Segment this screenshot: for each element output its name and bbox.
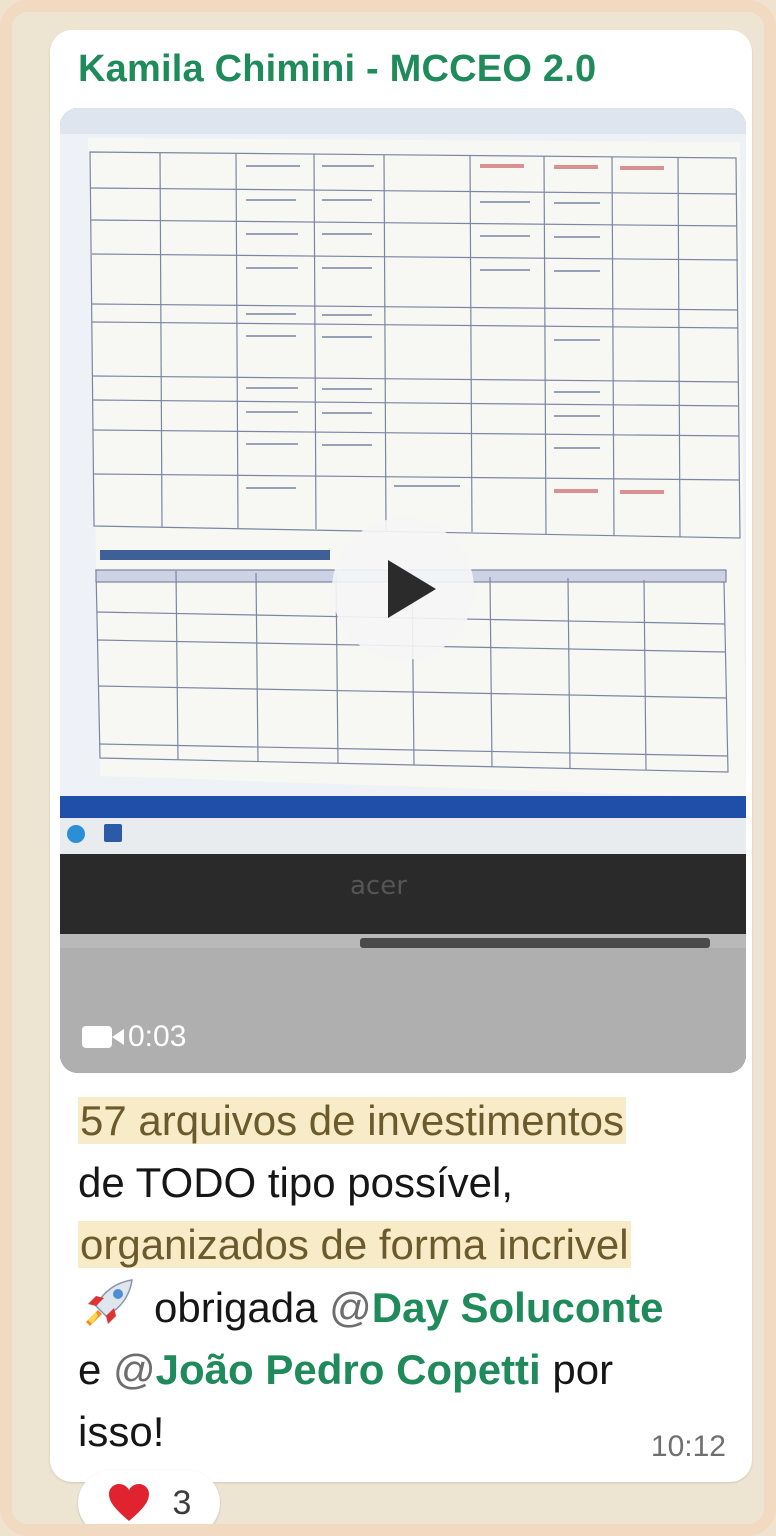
connector-text: e <box>78 1346 102 1393</box>
sender-name[interactable]: Kamila Chimini - MCCEO 2.0 <box>78 48 596 91</box>
message-line-2: de TODO tipo possível, <box>78 1159 513 1206</box>
thanks-text: obrigada <box>154 1284 318 1331</box>
svg-text:acer: acer <box>350 871 407 901</box>
duration-label: 0:03 <box>128 1020 187 1053</box>
rocket-icon <box>86 1279 133 1326</box>
reaction-badge[interactable]: 3 <box>78 1470 220 1524</box>
play-icon[interactable] <box>332 518 474 660</box>
mention-day-soluconte[interactable]: Day Soluconte <box>372 1284 664 1331</box>
message-bubble[interactable]: Kamila Chimini - MCCEO 2.0 acer 0:03 57 … <box>50 30 752 1482</box>
ending-text: isso! <box>78 1408 165 1455</box>
highlighted-text-2: organizados de forma incrivel <box>78 1221 631 1268</box>
heart-icon <box>108 1484 149 1521</box>
mention-at-2: @ <box>113 1346 156 1393</box>
suffix-text: por <box>552 1346 614 1393</box>
highlighted-text-1: 57 arquivos de investimentos <box>78 1097 626 1144</box>
screenshot-frame: Kamila Chimini - MCCEO 2.0 acer 0:03 57 … <box>0 0 776 1536</box>
reaction-count: 3 <box>172 1483 192 1522</box>
message-text: 57 arquivos de investimentos de TODO tip… <box>78 1090 744 1463</box>
message-timestamp: 10:12 <box>650 1430 726 1463</box>
video-thumbnail[interactable]: acer 0:03 <box>60 108 746 1073</box>
video-camera-icon <box>82 1026 124 1048</box>
video-duration: 0:03 <box>82 1020 186 1054</box>
mention-at-1: @ <box>329 1284 372 1331</box>
mention-joao-pedro-copetti[interactable]: João Pedro Copetti <box>156 1346 541 1393</box>
